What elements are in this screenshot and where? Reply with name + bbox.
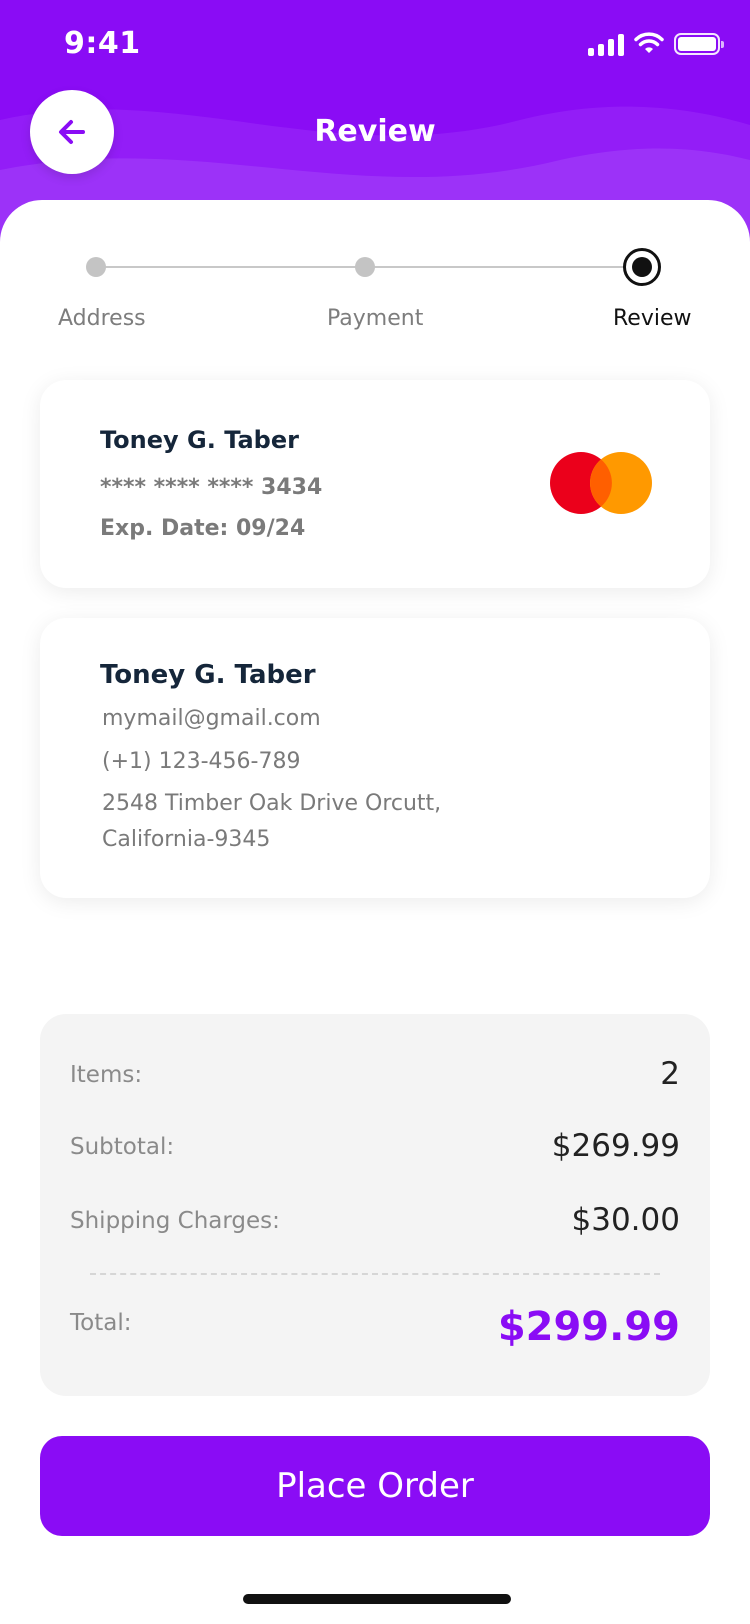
checkout-stepper: Address Payment Review xyxy=(0,200,750,340)
mastercard-icon xyxy=(550,452,652,514)
status-icons xyxy=(588,32,724,56)
step-dot-review-active xyxy=(623,248,661,286)
card-number: **** **** **** 3434 xyxy=(100,475,323,500)
address-card[interactable]: Toney G. Taber mymail@gmail.com (+1) 123… xyxy=(40,618,710,898)
place-order-button[interactable]: Place Order xyxy=(40,1436,710,1536)
step-dot-payment xyxy=(355,257,375,277)
recipient-email: mymail@gmail.com xyxy=(102,706,321,731)
status-time: 9:41 xyxy=(64,26,141,61)
signal-icon xyxy=(588,32,624,56)
shipping-value: $30.00 xyxy=(571,1202,680,1238)
total-value: $299.99 xyxy=(497,1304,680,1350)
stepper-line xyxy=(96,266,366,268)
recipient-name: Toney G. Taber xyxy=(100,660,316,690)
card-holder-name: Toney G. Taber xyxy=(100,426,299,454)
subtotal-value: $269.99 xyxy=(551,1128,680,1164)
payment-card[interactable]: Toney G. Taber **** **** **** 3434 Exp. … xyxy=(40,380,710,588)
stepper-line xyxy=(366,266,626,268)
home-indicator[interactable] xyxy=(243,1594,511,1604)
subtotal-label: Subtotal: xyxy=(70,1134,175,1160)
recipient-phone: (+1) 123-456-789 xyxy=(102,749,301,774)
address-line-2: California-9345 xyxy=(102,827,271,852)
page-title: Review xyxy=(314,114,436,149)
shipping-label: Shipping Charges: xyxy=(70,1208,280,1234)
step-label-payment[interactable]: Payment xyxy=(327,306,423,331)
step-label-address[interactable]: Address xyxy=(58,306,146,331)
items-value: 2 xyxy=(660,1056,680,1092)
card-expiry: Exp. Date: 09/24 xyxy=(100,516,306,541)
summary-divider xyxy=(90,1273,660,1275)
items-label: Items: xyxy=(70,1062,143,1088)
content-sheet: Address Payment Review Toney G. Taber **… xyxy=(0,200,750,1624)
battery-icon xyxy=(674,33,724,55)
order-summary: Items: 2 Subtotal: $269.99 Shipping Char… xyxy=(40,1014,710,1396)
address-line-1: 2548 Timber Oak Drive Orcutt, xyxy=(102,791,442,816)
total-label: Total: xyxy=(70,1310,132,1336)
wifi-icon xyxy=(634,32,664,53)
step-label-review[interactable]: Review xyxy=(613,306,692,331)
step-dot-address xyxy=(86,257,106,277)
